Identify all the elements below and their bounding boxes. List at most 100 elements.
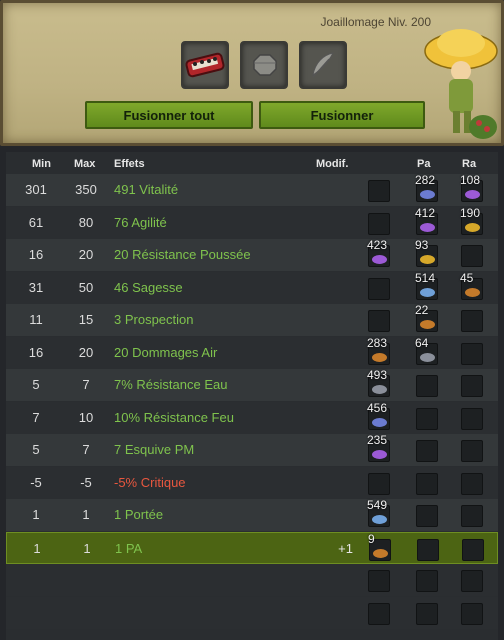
rune-slot-ba[interactable]: 283: [367, 336, 390, 365]
effect-label: 20 Dommages Air: [114, 344, 218, 360]
rune-slot-ra[interactable]: [461, 472, 483, 495]
rune-slot-pa[interactable]: [416, 472, 438, 495]
rune-slot-ra[interactable]: [461, 245, 483, 267]
rune-table: Min Max Effets Modif. Pa Ra 301 350 491 Vi…: [6, 152, 498, 640]
effect-label: -5% Critique: [114, 474, 186, 490]
max-value: 7: [82, 377, 90, 392]
max-value: -5: [80, 474, 92, 490]
red-belt-item-icon: [185, 52, 225, 78]
effect-label: 1 PA: [115, 540, 143, 556]
effect-label: 3 Prospection: [114, 312, 194, 327]
table-row[interactable]: 1 1 1 Portée 549: [6, 498, 498, 531]
rune-slot-pa[interactable]: [417, 538, 439, 561]
rune-slot-ba[interactable]: [368, 212, 390, 235]
rune-slot-pa[interactable]: 93: [415, 238, 438, 267]
rune-slot-pa[interactable]: 282: [415, 173, 438, 202]
max-value: 350: [75, 182, 97, 197]
min-value: 301: [25, 182, 47, 197]
rune-slot-ba[interactable]: [368, 180, 390, 202]
table-row[interactable]: 1 1 1 PA +1 9: [6, 531, 498, 564]
rune-count: 45: [460, 270, 474, 285]
rune-gem-icon: [465, 222, 480, 232]
rune-slot-ra[interactable]: [461, 342, 483, 365]
rune-slot-empty[interactable]: [416, 570, 438, 592]
modif-value: [324, 369, 352, 401]
rune-slot-ra[interactable]: [461, 505, 483, 527]
effect-label: 10% Résistance Feu: [114, 409, 234, 425]
table-row[interactable]: 5 7 7 Esquive PM 235: [6, 433, 498, 466]
rune-count: 412: [415, 205, 436, 220]
table-row[interactable]: 16 20 20 Dommages Air 283 64: [6, 336, 498, 369]
effect-label: 20 Résistance Poussée: [114, 247, 251, 262]
fuse-button[interactable]: Fusionner: [259, 101, 425, 129]
fuse-all-button[interactable]: Fusionner tout: [85, 101, 253, 129]
table-row[interactable]: 31 50 46 Sagesse 514 45: [6, 271, 498, 304]
rune-slot-ba[interactable]: 456: [367, 401, 390, 430]
rune-slot-empty[interactable]: [368, 570, 390, 592]
stone-rune-icon: [253, 54, 277, 76]
rune-slot-pa[interactable]: [416, 375, 438, 397]
min-value: 11: [29, 312, 43, 327]
item-slot[interactable]: [181, 41, 229, 89]
min-value: 31: [28, 279, 44, 295]
column-header-effets: Effets: [114, 158, 145, 170]
empty-row: [6, 564, 498, 596]
rune-slot-ba[interactable]: 9: [368, 532, 391, 561]
table-row[interactable]: 16 20 20 Résistance Poussée 423 93: [6, 238, 498, 271]
rune-slot-empty[interactable]: [461, 570, 483, 592]
rune-slot-pa[interactable]: [416, 505, 438, 527]
rune-gem-icon: [465, 287, 480, 297]
rune-slot-ra[interactable]: 108: [460, 173, 483, 202]
effect-label: 76 Agilité: [114, 214, 167, 230]
rune-count: 493: [367, 368, 388, 382]
effect-label: 491 Vitalité: [114, 182, 179, 197]
rune-slot-pa[interactable]: 64: [415, 336, 438, 365]
table-row[interactable]: 11 15 3 Prospection 22: [6, 303, 498, 336]
rune-count: 283: [367, 335, 388, 350]
table-row[interactable]: 301 350 491 Vitalité 282 108: [6, 173, 498, 206]
table-row[interactable]: -5 -5 -5% Critique: [6, 466, 498, 499]
rune-slot-ba[interactable]: [368, 472, 390, 495]
max-value: 1: [83, 540, 91, 556]
rune-slot-pa[interactable]: 412: [415, 206, 438, 235]
rune-slot-ba[interactable]: 493: [367, 368, 390, 397]
skill-level-label: Joaillomage Niv. 200: [320, 15, 431, 29]
rune-slot-ba[interactable]: [368, 277, 390, 300]
max-value: 20: [78, 344, 94, 360]
max-value: 7: [82, 442, 90, 457]
rune-slot-ba[interactable]: [368, 310, 390, 332]
table-row[interactable]: 7 10 10% Résistance Feu 456: [6, 401, 498, 434]
rune-slot-ra[interactable]: [461, 407, 483, 430]
rune-slot-ba[interactable]: 235: [367, 433, 390, 462]
rune-slot-empty[interactable]: [416, 602, 438, 625]
rune-slot-ba[interactable]: 549: [367, 498, 390, 527]
min-value: -5: [30, 474, 42, 490]
modif-value: +1: [338, 540, 353, 556]
rune-slot-ra[interactable]: [461, 440, 483, 462]
rune-slot-empty[interactable]: [461, 602, 483, 625]
rune-slot-pa[interactable]: [416, 407, 438, 430]
column-header-ra: Ra: [462, 158, 477, 170]
max-value: 20: [78, 247, 94, 262]
effect-label: 1 Portée: [114, 507, 164, 522]
rune-slot[interactable]: [240, 41, 288, 89]
effect-label: 7% Résistance Eau: [114, 377, 228, 392]
rune-slot-ra[interactable]: 45: [460, 271, 483, 300]
min-value: 1: [33, 540, 41, 556]
modif-value: [324, 499, 352, 531]
rune-slot-pa[interactable]: 514: [415, 271, 438, 300]
rune-slot-ra[interactable]: [462, 538, 484, 561]
rune-count: 190: [460, 205, 481, 220]
rune-slot-pa[interactable]: 22: [415, 303, 438, 332]
rune-slot-ra[interactable]: [461, 310, 483, 332]
rune-slot-ba[interactable]: 423: [367, 238, 390, 267]
rune-count: 549: [367, 498, 388, 512]
rune-slot-empty[interactable]: [368, 602, 390, 625]
rune-slot-ra[interactable]: [461, 375, 483, 397]
rune-slot-ra[interactable]: 190: [460, 206, 483, 235]
table-row[interactable]: 5 7 7% Résistance Eau 493: [6, 368, 498, 401]
potion-slot[interactable]: [299, 41, 347, 89]
rune-count: 235: [367, 433, 388, 447]
table-row[interactable]: 61 80 76 Agilité 412 190: [6, 206, 498, 239]
rune-slot-pa[interactable]: [416, 440, 438, 462]
